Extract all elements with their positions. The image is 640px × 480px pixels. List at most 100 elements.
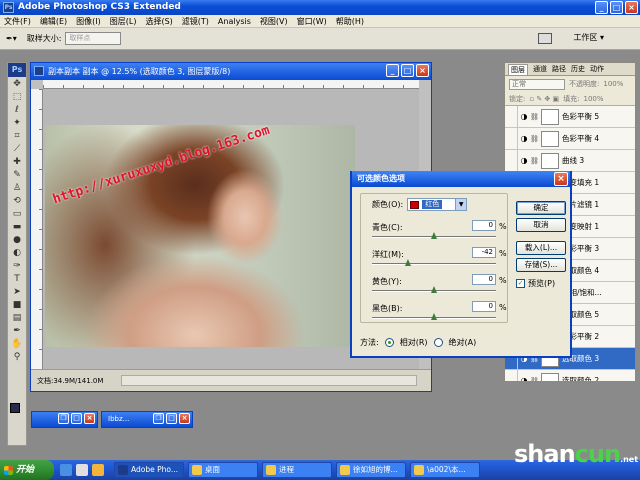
clone-stamp-icon[interactable]: ♙ [8,181,26,194]
visibility-eye-icon[interactable] [505,370,518,381]
slider-value-input[interactable]: 0 [472,274,496,285]
task-folder[interactable]: \a002\本... [410,462,480,478]
hand-tool-icon[interactable]: ✋ [8,337,26,350]
relative-radio[interactable] [384,338,394,347]
layer-row[interactable]: ◑ ⛓ 曲线 3 [505,150,635,172]
dialog-close-icon[interactable]: × [554,172,568,186]
ie-icon[interactable] [60,464,72,476]
healing-brush-icon[interactable]: ✚ [8,155,26,168]
slider-value-input[interactable]: 0 [472,301,496,312]
tab-actions[interactable]: 动作 [590,64,604,74]
document-titlebar[interactable]: 副本副本 副本 @ 12.5% (选取颜色 3, 图层蒙版/8) _ □ × [31,63,431,80]
slider-track[interactable] [372,263,496,265]
close-icon[interactable]: × [84,413,95,424]
horizontal-scrollbar[interactable] [121,375,417,386]
palette-well-icon[interactable] [538,33,552,44]
task-desktop[interactable]: 桌面 [188,462,258,478]
notes-tool-icon[interactable]: ▤ [8,311,26,324]
slider-value-input[interactable]: 0 [472,220,496,231]
relative-label[interactable]: 相对(R) [400,337,428,348]
pen-tool-icon[interactable]: ✑ [8,259,26,272]
visibility-eye-icon[interactable] [505,128,518,149]
task-photoshop[interactable]: Adobe Pho... [114,462,184,478]
layer-row[interactable]: ◑ ⛓ 选取颜色 2 [505,370,635,381]
menu-select[interactable]: 选择(S) [145,16,172,27]
lasso-tool-icon[interactable]: ℓ [8,103,26,116]
menu-layer[interactable]: 图层(L) [110,16,137,27]
layer-mask-thumbnail[interactable] [541,130,559,147]
slice-tool-icon[interactable]: ⟋ [8,142,26,155]
shape-tool-icon[interactable]: ■ [8,298,26,311]
chevron-down-icon[interactable]: ▼ [455,199,467,210]
foreground-color-swatch[interactable] [10,403,20,413]
menu-image[interactable]: 图像(I) [76,16,101,27]
lock-icons[interactable]: ▫ ✎ ✥ ▣ [529,95,559,103]
marquee-tool-icon[interactable]: ⬚ [8,90,26,103]
menu-file[interactable]: 文件(F) [4,16,31,27]
eraser-tool-icon[interactable]: ▭ [8,207,26,220]
blend-mode-select[interactable]: 正常 [509,78,565,90]
restore-icon[interactable]: ❐ [58,413,69,424]
close-icon[interactable]: × [179,413,190,424]
tab-layers[interactable]: 图层 [508,63,528,75]
menu-view[interactable]: 视图(V) [260,16,288,27]
layer-row[interactable]: ◑ ⛓ 色彩平衡 5 [505,106,635,128]
visibility-eye-icon[interactable] [505,106,518,127]
opacity-value[interactable]: 100% [603,80,623,88]
menu-filter[interactable]: 滤镜(T) [182,16,209,27]
preview-checkbox[interactable]: ✓ [516,279,525,288]
color-select[interactable]: 红色 ▼ [407,198,468,211]
path-select-icon[interactable]: ➤ [8,285,26,298]
tab-channels[interactable]: 通道 [533,64,547,74]
blur-tool-icon[interactable]: ● [8,233,26,246]
sample-size-select[interactable]: 取样点 [65,32,122,45]
fill-value[interactable]: 100% [583,95,603,103]
doc-minimize-button[interactable]: _ [386,64,399,77]
absolute-radio[interactable] [433,338,443,347]
crop-tool-icon[interactable]: ⌗ [8,129,26,142]
minimized-window-1[interactable]: ❐ □ × [31,411,98,428]
task-blog[interactable]: 徐如旭的博... [336,462,406,478]
move-tool-icon[interactable]: ✥ [8,77,26,90]
slider-value-input[interactable]: -42 [472,247,496,258]
restore-icon[interactable]: ❐ [153,413,164,424]
layer-mask-thumbnail[interactable] [541,108,559,125]
maximize-button[interactable]: □ [610,1,623,14]
maximize-icon[interactable]: □ [71,413,82,424]
preview-checkbox-row[interactable]: ✓ 预览(P) [516,278,555,289]
dodge-tool-icon[interactable]: ◐ [8,246,26,259]
gradient-tool-icon[interactable]: ▬ [8,220,26,233]
doc-maximize-button[interactable]: □ [401,64,414,77]
workspace-menu[interactable]: 工作区 ▾ [573,32,604,43]
menu-analysis[interactable]: Analysis [218,17,251,26]
history-brush-icon[interactable]: ⟲ [8,194,26,207]
layer-mask-thumbnail[interactable] [541,372,559,381]
menu-help[interactable]: 帮助(H) [336,16,364,27]
magic-wand-icon[interactable]: ✦ [8,116,26,129]
tab-history[interactable]: 历史 [571,64,585,74]
visibility-eye-icon[interactable] [505,150,518,171]
eyedropper-icon[interactable]: ✒▾ [6,34,17,43]
show-desktop-icon[interactable] [76,464,88,476]
start-button[interactable]: 开始 [0,460,54,480]
task-process[interactable]: 进程 [262,462,332,478]
layer-row[interactable]: ◑ ⛓ 色彩平衡 4 [505,128,635,150]
menu-edit[interactable]: 编辑(E) [40,16,67,27]
tab-paths[interactable]: 路径 [552,64,566,74]
close-button[interactable]: × [625,1,638,14]
doc-close-button[interactable]: × [416,64,429,77]
cancel-button[interactable]: 取消 [516,218,566,232]
minimized-window-2[interactable]: Ibbz... ❐ □ × [101,411,193,428]
menu-window[interactable]: 窗口(W) [297,16,327,27]
media-icon[interactable] [92,464,104,476]
type-tool-icon[interactable]: T [8,272,26,285]
layer-mask-thumbnail[interactable] [541,152,559,169]
minimize-button[interactable]: _ [595,1,608,14]
maximize-icon[interactable]: □ [166,413,177,424]
save-button[interactable]: 存储(S)... [516,258,566,272]
load-button[interactable]: 载入(L)... [516,241,566,255]
eyedropper-tool-icon[interactable]: ✒ [8,324,26,337]
zoom-tool-icon[interactable]: ⚲ [8,350,26,363]
brush-tool-icon[interactable]: ✎ [8,168,26,181]
absolute-label[interactable]: 绝对(A) [449,337,477,348]
